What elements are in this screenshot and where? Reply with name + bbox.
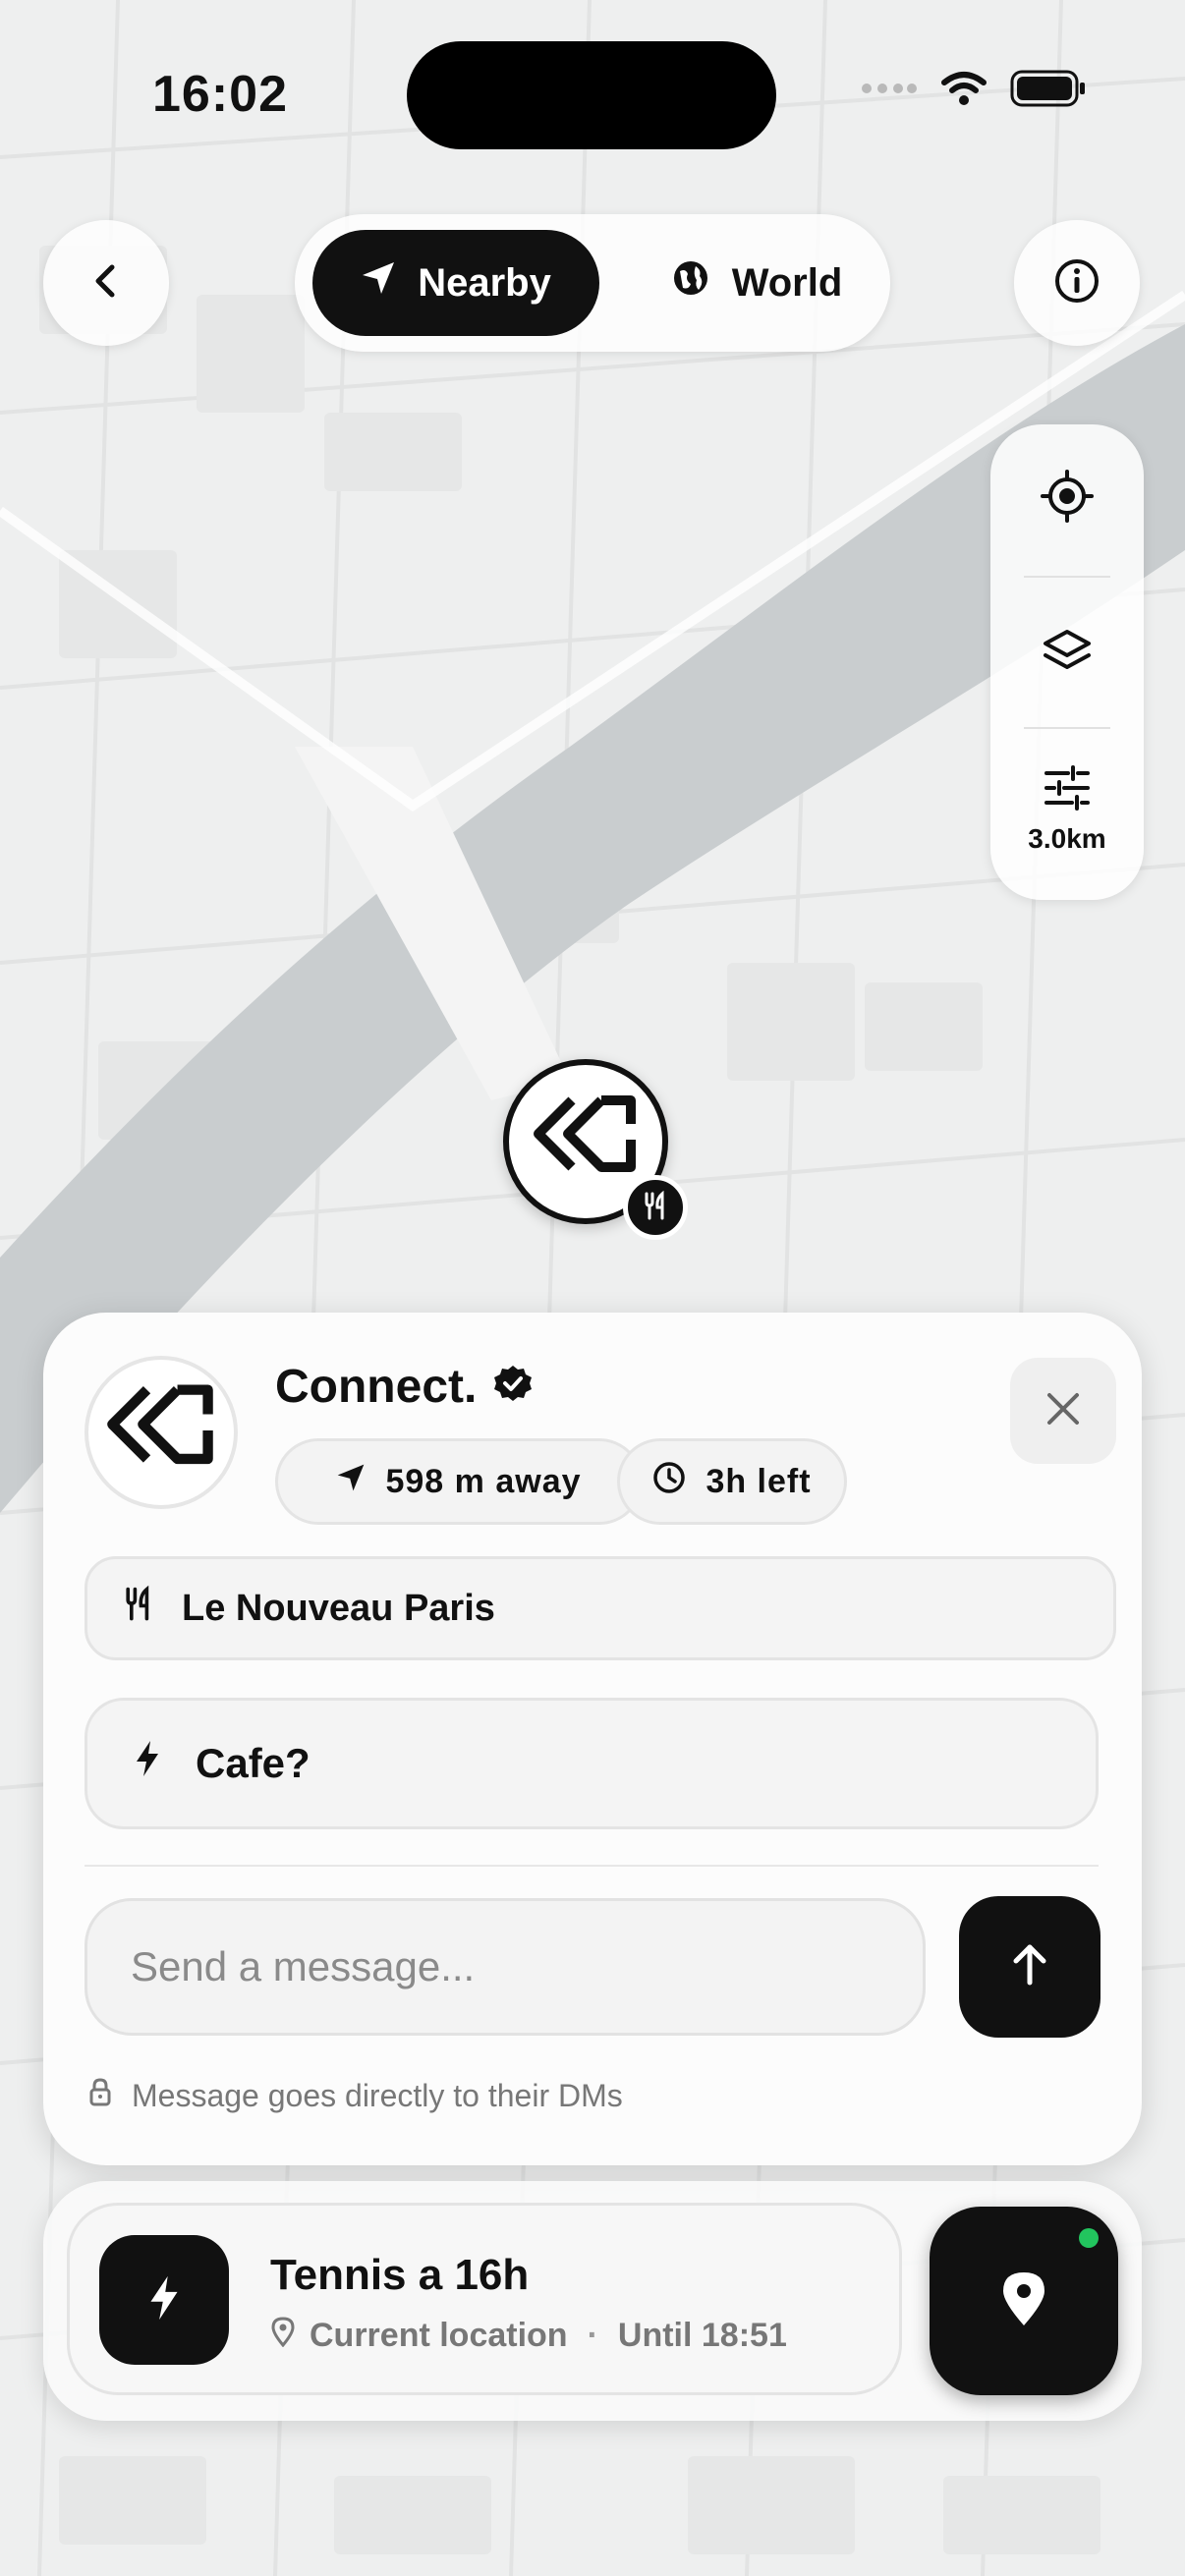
bolt-icon — [148, 2273, 180, 2327]
sliders-icon — [1043, 764, 1092, 815]
info-icon — [1053, 257, 1100, 309]
info-button[interactable] — [1014, 220, 1140, 346]
navigation-arrow-icon — [336, 1463, 366, 1501]
restaurant-badge — [623, 1175, 688, 1240]
send-button[interactable] — [959, 1896, 1100, 2038]
dynamic-island — [407, 41, 776, 149]
status-text: Cafe? — [196, 1740, 310, 1786]
activity-meta: Current location · Until 18:51 — [270, 2316, 787, 2356]
navigation-arrow-icon — [361, 260, 396, 306]
connect-logo-icon — [529, 1094, 643, 1190]
battery-icon — [1010, 70, 1087, 112]
time-left-label: 3h left — [705, 1462, 812, 1500]
tab-nearby-label: Nearby — [418, 260, 551, 305]
distance-chip: 598 m away — [275, 1438, 643, 1525]
avatar[interactable] — [85, 1356, 238, 1509]
tab-world[interactable]: World — [639, 230, 875, 336]
close-button[interactable] — [1010, 1358, 1116, 1464]
activity-icon — [99, 2235, 229, 2365]
divider — [1024, 727, 1110, 729]
time-left-chip: 3h left — [617, 1438, 847, 1525]
status-icons — [861, 69, 1087, 113]
divider — [85, 1865, 1099, 1867]
lock-icon — [88, 2077, 112, 2114]
layers-icon — [1042, 626, 1093, 682]
profile-name: Connect. — [275, 1361, 478, 1413]
radius-filter-button[interactable]: 3.0km — [990, 731, 1144, 888]
tab-nearby[interactable]: Nearby — [312, 230, 599, 336]
bottom-bar: Tennis a 16h Current location · Until 18… — [43, 2181, 1142, 2421]
status-time: 16:02 — [152, 66, 288, 123]
place-name: Le Nouveau Paris — [182, 1587, 495, 1629]
status-row: Cafe? — [85, 1698, 1099, 1829]
back-button[interactable] — [43, 220, 169, 346]
map-pin-icon — [1001, 2270, 1046, 2332]
close-icon — [1045, 1391, 1081, 1431]
activity-location: Current location — [310, 2317, 568, 2354]
radius-label: 3.0km — [1028, 822, 1106, 854]
clock-icon — [652, 1461, 686, 1503]
tab-world-label: World — [731, 260, 843, 305]
dm-hint-text: Message goes directly to their DMs — [132, 2077, 623, 2113]
distance-label: 598 m away — [385, 1462, 582, 1500]
dm-hint: Message goes directly to their DMs — [88, 2077, 623, 2114]
crosshair-icon — [1041, 469, 1094, 528]
activity-until: Until 18:51 — [617, 2317, 787, 2354]
activity-title: Tennis a 16h — [270, 2251, 530, 2299]
map-tools: 3.0km — [990, 424, 1144, 900]
wifi-icon — [939, 69, 988, 113]
bolt-icon — [135, 1739, 160, 1788]
divider — [1024, 576, 1110, 578]
verified-badge-icon — [492, 1364, 534, 1410]
globe-icon — [671, 258, 710, 308]
fork-knife-icon — [641, 1190, 670, 1225]
message-input[interactable] — [85, 1898, 926, 2036]
my-activity-card[interactable]: Tennis a 16h Current location · Until 18… — [67, 2203, 902, 2395]
arrow-up-icon — [1006, 1941, 1053, 1993]
layers-button[interactable] — [990, 580, 1144, 727]
chevron-left-icon — [86, 261, 126, 306]
separator-dot: · — [587, 2317, 598, 2354]
mode-switch: Nearby World — [295, 214, 890, 352]
connect-logo-icon — [102, 1383, 220, 1483]
locate-me-button[interactable] — [990, 424, 1144, 572]
place-row[interactable]: Le Nouveau Paris — [85, 1556, 1116, 1660]
name-row: Connect. — [275, 1360, 534, 1414]
cellular-signal-icon — [861, 82, 918, 100]
profile-card: Connect. 598 m away 3h left Le Nouveau P… — [43, 1313, 1142, 2165]
online-status-dot — [1079, 2228, 1099, 2248]
fork-knife-icon — [121, 1585, 156, 1632]
location-pin-icon — [270, 2316, 296, 2356]
